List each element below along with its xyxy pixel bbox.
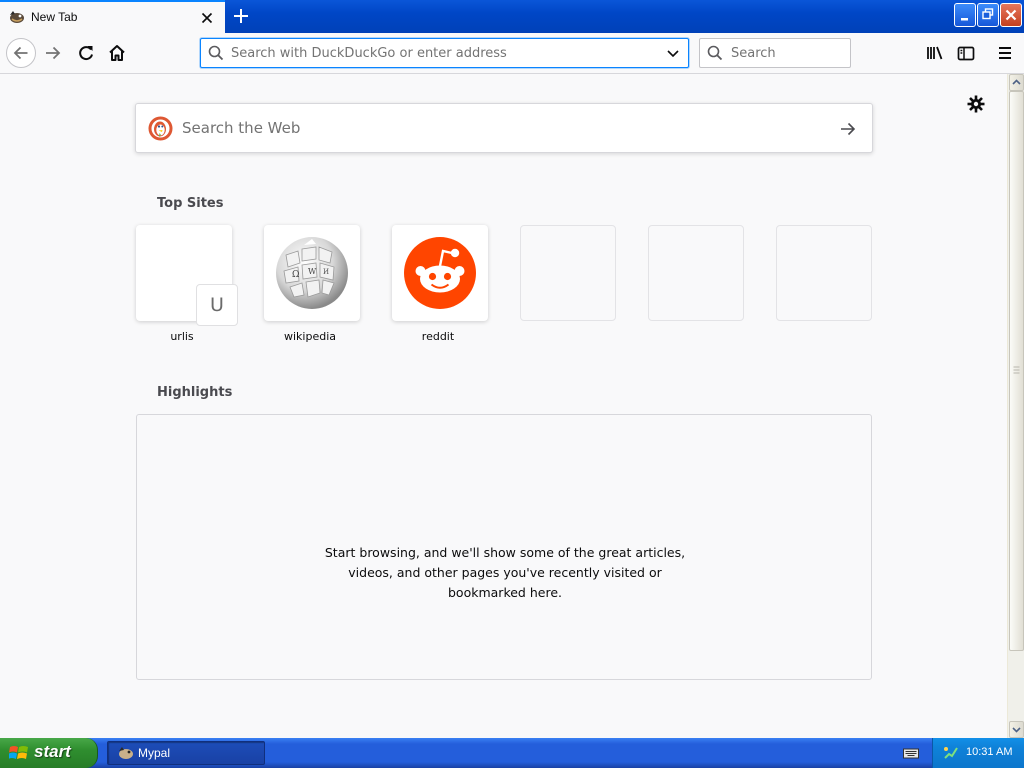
top-site-tile-reddit[interactable] [392,225,488,321]
top-sites-heading: Top Sites [157,196,224,211]
highlights-message: Start browsing, and we'll show some of t… [137,543,873,603]
grip-icon [1013,366,1020,374]
back-button[interactable] [6,38,36,68]
minimize-button[interactable] [954,3,976,27]
back-arrow-icon [13,46,28,60]
url-input[interactable] [231,39,651,67]
mypal-icon [119,747,133,759]
reload-icon[interactable] [72,39,100,67]
top-site-tile-wikipedia[interactable]: Ω W И [264,225,360,321]
highlights-message-line: Start browsing, and we'll show some of t… [324,545,686,560]
duckduckgo-icon [148,116,173,141]
scroll-thumb[interactable] [1009,91,1024,651]
title-bar: New Tab [0,0,1024,34]
highlights-message-line: bookmarked here. [448,585,562,600]
top-site-placeholder [776,225,872,321]
network-icon[interactable] [943,745,959,761]
taskbar: start Mypal 10:31 AM [0,738,1024,768]
chevron-up-icon [1012,79,1021,85]
tab-title: New Tab [31,10,78,24]
reddit-icon [404,237,476,309]
chevron-down-icon[interactable] [665,45,681,61]
start-label: start [34,742,71,761]
chevron-down-icon [1012,727,1021,733]
new-tab-page: Top Sites U urlis Ω W И wikipedia [0,74,1007,738]
home-icon[interactable] [103,39,131,67]
search-input[interactable] [731,39,841,67]
top-site-tile-urlis[interactable]: U [136,225,238,326]
top-site-placeholder [520,225,616,321]
navigation-toolbar [0,33,1024,74]
highlights-empty-state: Start browsing, and we'll show some of t… [136,414,872,680]
web-search-input[interactable] [182,104,822,152]
restore-icon [982,8,994,20]
plus-icon[interactable] [229,4,253,28]
close-icon[interactable] [198,9,216,27]
web-search-box[interactable] [135,103,873,153]
mypal-icon [10,11,24,23]
search-bar[interactable] [699,38,851,68]
search-icon [707,45,723,61]
clock: 10:31 AM [966,746,1013,758]
restore-button[interactable] [977,3,999,27]
tab-new-tab[interactable]: New Tab [0,0,225,34]
keyboard-icon[interactable] [903,746,919,760]
system-tray: 10:31 AM [932,738,1024,768]
highlights-message-line: videos, and other pages you've recently … [348,565,662,580]
gear-icon[interactable] [967,95,985,113]
taskbar-item-label: Mypal [138,746,171,760]
hamburger-menu-icon[interactable] [991,39,1019,67]
search-icon [208,45,224,61]
top-site-label: wikipedia [283,330,336,343]
taskbar-item-mypal[interactable]: Mypal [107,741,265,765]
top-site-label: reddit [421,330,455,343]
library-icon[interactable] [921,39,949,67]
scroll-up-button[interactable] [1009,74,1024,91]
top-site-placeholder [648,225,744,321]
wikipedia-globe-icon: Ω W И [276,237,348,309]
site-letter-badge: U [196,284,238,326]
scroll-down-button[interactable] [1009,721,1024,738]
arrow-right-icon[interactable] [838,119,858,139]
url-bar[interactable] [200,38,689,68]
windows-logo-icon [9,746,28,759]
window-close-button[interactable] [1000,3,1022,27]
minimize-icon [961,18,968,21]
svg-text:И: И [323,268,329,276]
vertical-scrollbar[interactable] [1007,74,1024,738]
sidebar-icon[interactable] [952,39,980,67]
forward-arrow-icon[interactable] [40,39,68,67]
top-site-label: urlis [170,330,194,343]
svg-text:Ω: Ω [292,270,299,280]
svg-text:W: W [308,267,317,276]
highlights-heading: Highlights [157,385,233,400]
start-button[interactable]: start [0,738,98,768]
close-icon [1005,9,1017,21]
